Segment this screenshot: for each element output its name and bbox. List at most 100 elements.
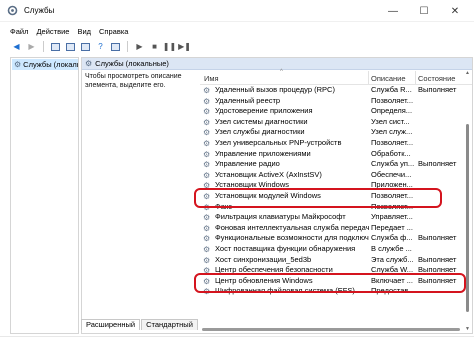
view-tabs: Расширенный Стандартный	[81, 318, 199, 330]
table-row[interactable]: ⚙ Узел системы диагностики Узел сист...	[200, 116, 472, 128]
service-description: Узел сист...	[371, 116, 410, 126]
vertical-scrollbar[interactable]: ▲ ▼	[464, 70, 472, 332]
service-name: Фильтрация клавиатуры Майкрософт	[215, 212, 346, 222]
refresh-icon[interactable]	[64, 41, 77, 53]
minimize-button[interactable]: —	[378, 0, 408, 22]
service-name: Хост синхронизации_5ed3b	[215, 254, 312, 264]
column-header-name[interactable]: Имя	[204, 74, 219, 83]
highlight-box-module-installer	[194, 188, 442, 208]
services-app-icon	[7, 5, 18, 16]
menu-bar: Файл Действие Вид Справка	[0, 24, 474, 38]
pause-icon[interactable]: ❚❚	[163, 41, 176, 53]
table-row[interactable]: ⚙ Хост синхронизации_5ed3b Эта служб... Вып…	[200, 254, 472, 266]
table-row[interactable]: ⚙ Удаленный реестр Позволяет...	[200, 95, 472, 107]
console-tree: ⚙ Службы (локальные	[10, 57, 79, 334]
gear-icon: ⚙	[203, 138, 211, 148]
column-header-state[interactable]: Состояние	[418, 74, 455, 83]
title-bar: Службы — ☐ ✕	[0, 0, 474, 22]
service-description: Позволяет...	[371, 137, 414, 147]
gear-icon: ⚙	[14, 59, 22, 69]
column-divider[interactable]	[415, 71, 416, 84]
status-bar	[0, 336, 474, 351]
back-arrow-icon[interactable]: ◀	[10, 41, 23, 53]
tab-standard[interactable]: Стандартный	[141, 319, 198, 330]
service-description: Обработк...	[371, 148, 411, 158]
service-name: Управление радио	[215, 159, 280, 169]
column-header-description[interactable]: Описание	[371, 74, 406, 83]
toolbar: ◀ ▶ ? ▶ ■ ❚❚ ▶❚	[0, 39, 474, 54]
export-list-icon[interactable]	[79, 41, 92, 53]
sort-ascending-icon: ^	[280, 69, 283, 75]
table-row[interactable]: ⚙ Узел универсальных PNP-устройств Позволя…	[200, 137, 472, 149]
gear-icon: ⚙	[203, 213, 211, 223]
table-row[interactable]: ⚙ Удаленный вызов процедур (RPC) Служба R.…	[200, 85, 472, 96]
close-icon: ✕	[450, 5, 460, 17]
vertical-scroll-thumb[interactable]	[466, 124, 469, 312]
scroll-down-icon[interactable]: ▼	[465, 326, 470, 332]
highlight-box-windows-update	[194, 273, 466, 293]
close-button[interactable]: ✕	[440, 0, 470, 22]
table-row[interactable]: ⚙ Функциональные возможности для подключе…	[200, 233, 472, 244]
service-description: Служба уп...	[371, 159, 415, 169]
service-description: В службе ...	[371, 243, 412, 253]
service-description: Управляет...	[371, 212, 413, 222]
gear-icon: ⚙	[203, 223, 211, 233]
service-description: Эта служб...	[371, 254, 414, 264]
gear-icon: ⚙	[203, 234, 211, 244]
table-row[interactable]: ⚙ Удостоверение приложения Определя...	[200, 106, 472, 117]
gear-icon: ⚙	[85, 59, 93, 68]
gear-icon: ⚙	[203, 128, 211, 138]
gear-icon: ⚙	[203, 244, 211, 254]
menu-file[interactable]: Файл	[10, 27, 28, 36]
service-name: Хост поставщика функции обнаружения	[215, 243, 356, 253]
play-icon[interactable]: ▶	[133, 41, 146, 53]
tree-item-services-local[interactable]: ⚙ Службы (локальные	[12, 59, 78, 70]
service-name: Удаленный вызов процедур (RPC)	[215, 85, 335, 94]
services-table: ^ Имя Описание Состояние ⚙ Удаленный вызо…	[200, 69, 472, 297]
menu-action[interactable]: Действие	[36, 27, 69, 36]
description-text: Чтобы просмотреть описание элемента, выд…	[85, 73, 182, 89]
table-row[interactable]: ⚙ Фоновая интеллектуальная служба передач…	[200, 222, 472, 234]
scroll-up-icon[interactable]: ▲	[465, 70, 470, 76]
window-title: Службы	[24, 6, 55, 15]
table-row[interactable]: ⚙ Узел службы диагностики Узел служ...	[200, 127, 472, 138]
gear-icon: ⚙	[203, 255, 211, 265]
horizontal-scrollbar[interactable]	[200, 326, 464, 332]
table-row[interactable]: ⚙ Управление приложениями Обработк...	[200, 148, 472, 160]
menu-help[interactable]: Справка	[99, 27, 128, 36]
maximize-button[interactable]: ☐	[409, 0, 439, 22]
table-row[interactable]: ⚙ Установщик ActiveX (AxInstSV) Обеспечи..…	[200, 169, 472, 181]
gear-icon: ⚙	[203, 107, 211, 117]
service-description: Позволяет...	[371, 95, 414, 105]
stop-icon[interactable]: ■	[148, 41, 161, 53]
table-row[interactable]: ⚙ Фильтрация клавиатуры Майкрософт Управля…	[200, 212, 472, 223]
gear-icon: ⚙	[203, 96, 211, 106]
tab-extended[interactable]: Расширенный	[81, 319, 141, 330]
service-name: Фоновая интеллектуальная служба передачи…	[215, 222, 369, 232]
properties-icon[interactable]	[109, 41, 122, 53]
service-name: Узел службы диагностики	[215, 127, 305, 137]
horizontal-scroll-thumb[interactable]	[202, 328, 460, 331]
table-header: ^ Имя Описание Состояние	[200, 69, 472, 85]
toolbar-separator-2	[127, 41, 128, 52]
pane-header: ⚙ Службы (локальные)	[82, 58, 472, 70]
maximize-icon: ☐	[419, 5, 429, 17]
forward-arrow-icon[interactable]: ▶	[25, 41, 38, 53]
service-description: Обеспечи...	[371, 169, 412, 179]
service-description: Служба R...	[371, 85, 412, 94]
service-name: Установщик ActiveX (AxInstSV)	[215, 169, 322, 179]
column-divider[interactable]	[368, 71, 369, 84]
gear-icon: ⚙	[203, 86, 211, 95]
service-name: Узел системы диагностики	[215, 116, 308, 126]
gear-icon: ⚙	[203, 170, 211, 180]
menu-view[interactable]: Вид	[77, 27, 91, 36]
restart-icon[interactable]: ▶❚	[178, 41, 191, 53]
service-name: Управление приложениями	[215, 148, 311, 158]
service-description: Определя...	[371, 106, 413, 116]
table-row[interactable]: ⚙ Хост поставщика функции обнаружения В сл…	[200, 243, 472, 255]
service-name: Удостоверение приложения	[215, 106, 313, 116]
table-row[interactable]: ⚙ Управление радио Служба уп... Выполняет	[200, 159, 472, 170]
console-tree-icon[interactable]	[49, 41, 62, 53]
service-name: Удаленный реестр	[215, 95, 281, 105]
help-icon[interactable]: ?	[94, 41, 107, 53]
